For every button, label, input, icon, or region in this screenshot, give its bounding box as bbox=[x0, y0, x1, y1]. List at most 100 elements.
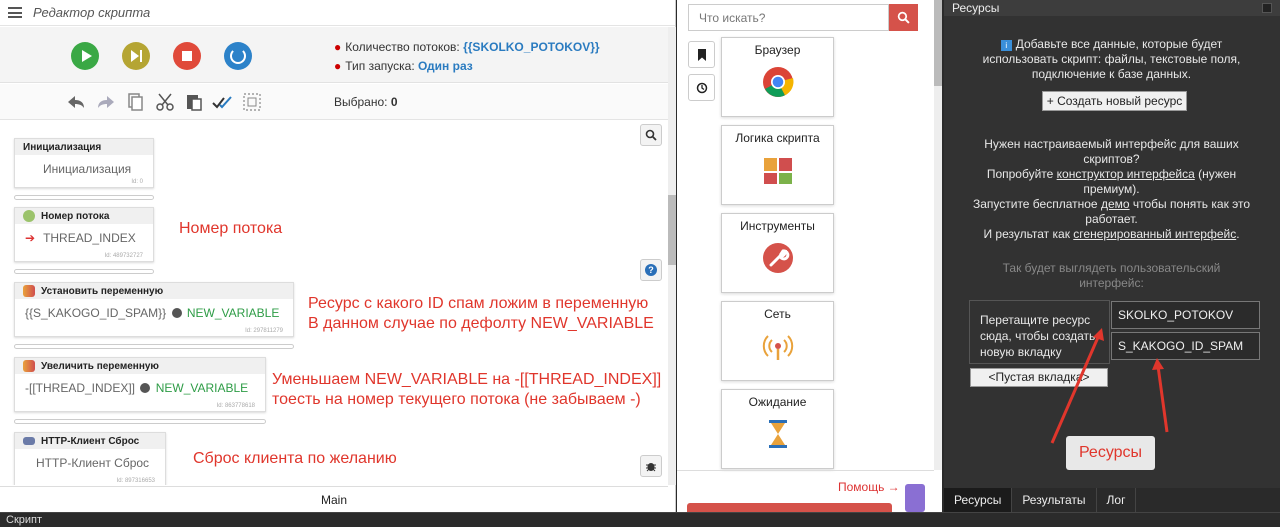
category-network[interactable]: Сеть bbox=[721, 301, 834, 381]
category-browser[interactable]: Браузер bbox=[721, 37, 834, 117]
demo-link[interactable]: демо bbox=[1101, 197, 1130, 211]
block-body: -[[THREAD_INDEX]] NEW_VARIABLE bbox=[15, 374, 265, 395]
record-button[interactable] bbox=[687, 503, 892, 512]
run-controls: ● Количество потоков: {{SKOLKO_POTOKOV}} … bbox=[0, 27, 668, 83]
block-title: Инициализация bbox=[15, 139, 153, 155]
tab-log[interactable]: Лог bbox=[1097, 488, 1137, 512]
close-icon[interactable] bbox=[1262, 3, 1272, 13]
actions-scrollbar[interactable] bbox=[934, 0, 942, 470]
block-header: HTTP-Клиент Сброс bbox=[15, 433, 165, 449]
category-label: Логика скрипта bbox=[735, 131, 820, 145]
category-wait[interactable]: Ожидание bbox=[721, 389, 834, 469]
preview-caption: Так будет выглядеть пользовательский инт… bbox=[964, 261, 1259, 291]
puzzle-icon bbox=[764, 158, 792, 184]
resources-header: Ресурсы bbox=[944, 0, 1280, 16]
category-label: Браузер bbox=[754, 43, 801, 57]
tab-results[interactable]: Результаты bbox=[1012, 488, 1097, 512]
puzzle-icon bbox=[23, 360, 35, 372]
divider bbox=[677, 470, 934, 471]
help-link[interactable]: Помощь → bbox=[838, 480, 900, 494]
annotation-line: Уменьшаем NEW_VARIABLE на -[[THREAD_INDE… bbox=[272, 371, 662, 388]
bookmark-icon bbox=[697, 48, 706, 61]
selected-value: 0 bbox=[390, 95, 398, 109]
block-body: HTTP-Клиент Сброс bbox=[36, 456, 150, 470]
actions-panel: Что искать? Браузер Логика скрипта Инстр… bbox=[677, 0, 942, 512]
threads-value[interactable]: {{SKOLKO_POTOKOV}} bbox=[463, 40, 599, 54]
block-http-reset[interactable]: HTTP-Клиент Сброс HTTP-Клиент Сброс Id: … bbox=[14, 432, 166, 485]
resources-intro: i Добавьте все данные, которые будет испо… bbox=[964, 37, 1259, 82]
paste-icon[interactable] bbox=[184, 93, 204, 111]
action-search-button[interactable] bbox=[889, 4, 918, 31]
threads-info: ● Количество потоков: {{SKOLKO_POTOKOV}} bbox=[334, 40, 600, 54]
block-init[interactable]: Инициализация Инициализация Id: 0 bbox=[14, 138, 154, 188]
generated-ui-link[interactable]: сгенерированный интерфейс bbox=[1073, 227, 1236, 241]
ui-builder-link[interactable]: конструктор интерфейса bbox=[1057, 167, 1195, 181]
bookmark-button[interactable] bbox=[688, 41, 715, 68]
resources-intro-line: i Добавьте все данные, которые будет bbox=[964, 37, 1259, 52]
block-header: Увеличить переменную bbox=[15, 358, 265, 374]
redo-icon[interactable] bbox=[96, 93, 116, 111]
preview-line: интерфейс: bbox=[1079, 276, 1144, 290]
editor-tab-main[interactable]: Main bbox=[0, 486, 668, 512]
selected-label: Выбрано: bbox=[334, 95, 388, 109]
select-all-icon[interactable] bbox=[212, 93, 232, 111]
category-label: Ожидание bbox=[748, 395, 807, 409]
app-window: Редактор скрипта ● Количество потоков: {{… bbox=[0, 0, 1280, 527]
canvas-debug-button[interactable] bbox=[640, 455, 662, 477]
intro-text: Добавьте все данные, которые будет bbox=[1015, 37, 1223, 51]
block-thread-number[interactable]: Номер потока ➔ THREAD_INDEX Id: 489732727 bbox=[14, 207, 154, 262]
help-icon: ? bbox=[645, 264, 657, 276]
info-line: Запустите бесплатное демо чтобы понять к… bbox=[964, 197, 1259, 212]
info-text: Запустите бесплатное bbox=[972, 197, 1101, 211]
block-id: Id: 489732727 bbox=[104, 253, 143, 259]
block-body: Инициализация bbox=[43, 162, 132, 176]
block-set-variable[interactable]: Установить переменную {{S_KAKOGO_ID_SPAM… bbox=[14, 282, 294, 337]
step-icon[interactable] bbox=[122, 42, 150, 70]
resource-drop-zone[interactable]: Перетащите ресурс сюда, чтобы создать но… bbox=[969, 300, 1110, 364]
status-bar: Скрипт bbox=[0, 512, 1280, 527]
resources-intro-line: использовать скрипт: файлы, текстовые по… bbox=[982, 52, 1241, 66]
cut-icon[interactable] bbox=[155, 93, 175, 111]
block-increment-variable[interactable]: Увеличить переменную -[[THREAD_INDEX]] N… bbox=[14, 357, 266, 412]
tab-resources[interactable]: Ресурсы bbox=[944, 488, 1013, 512]
pie-chart-icon bbox=[23, 210, 35, 222]
resources-intro-line: подключение к базе данных. bbox=[1031, 67, 1192, 81]
restart-icon[interactable] bbox=[224, 42, 252, 70]
resources-panel: Ресурсы i Добавьте все данные, которые бу… bbox=[944, 0, 1280, 512]
scrollbar-thumb[interactable] bbox=[934, 0, 942, 86]
annotation-thread-number: Номер потока bbox=[179, 220, 283, 237]
launch-value[interactable]: Один раз bbox=[418, 59, 473, 73]
info-icon: i bbox=[1000, 40, 1012, 51]
script-canvas[interactable]: Инициализация Инициализация Id: 0 Номер … bbox=[0, 121, 668, 485]
resource-tab-s-kakogo-id-spam[interactable]: S_KAKOGO_ID_SPAM bbox=[1111, 332, 1260, 360]
annotation-line: тоесть на номер текущего потока (не забы… bbox=[272, 391, 641, 408]
annotation-increment-variable: Уменьшаем NEW_VARIABLE на -[[THREAD_INDE… bbox=[268, 370, 666, 410]
empty-tab-button[interactable]: <Пустая вкладка> bbox=[970, 368, 1108, 387]
resource-tab-skolko-potokov[interactable]: SKOLKO_POTOKOV bbox=[1111, 301, 1260, 329]
copy-icon[interactable] bbox=[125, 93, 145, 111]
script-editor-panel: Редактор скрипта ● Количество потоков: {{… bbox=[0, 0, 676, 512]
canvas-help-button[interactable]: ? bbox=[640, 259, 662, 281]
menu-icon[interactable] bbox=[8, 7, 22, 18]
undo-icon[interactable] bbox=[66, 93, 86, 111]
stop-icon[interactable] bbox=[173, 42, 201, 70]
create-resource-button[interactable]: + Создать новый ресурс bbox=[1042, 91, 1187, 111]
scanner-icon[interactable] bbox=[905, 484, 925, 512]
block-header: Установить переменную bbox=[15, 283, 293, 299]
category-script-logic[interactable]: Логика скрипта bbox=[721, 125, 834, 205]
history-button[interactable] bbox=[688, 74, 715, 101]
info-text: (нужен bbox=[1194, 167, 1237, 181]
block-id: Id: 863778618 bbox=[216, 403, 255, 409]
block-value: -[[THREAD_INDEX]] bbox=[25, 381, 136, 395]
annotation-line: В данном случае по дефолту NEW_VARIABLE bbox=[308, 315, 654, 332]
frame-select-icon[interactable] bbox=[242, 93, 262, 111]
wrench-icon bbox=[763, 243, 793, 273]
scrollbar-thumb[interactable] bbox=[668, 195, 676, 265]
canvas-search-button[interactable] bbox=[640, 124, 662, 146]
play-icon[interactable] bbox=[71, 42, 99, 70]
link-arrow-icon bbox=[140, 383, 151, 393]
action-search-input[interactable]: Что искать? bbox=[688, 4, 889, 31]
editor-scrollbar[interactable] bbox=[668, 27, 676, 485]
category-tools[interactable]: Инструменты bbox=[721, 213, 834, 293]
block-value: {{S_KAKOGO_ID_SPAM}} bbox=[25, 306, 167, 320]
